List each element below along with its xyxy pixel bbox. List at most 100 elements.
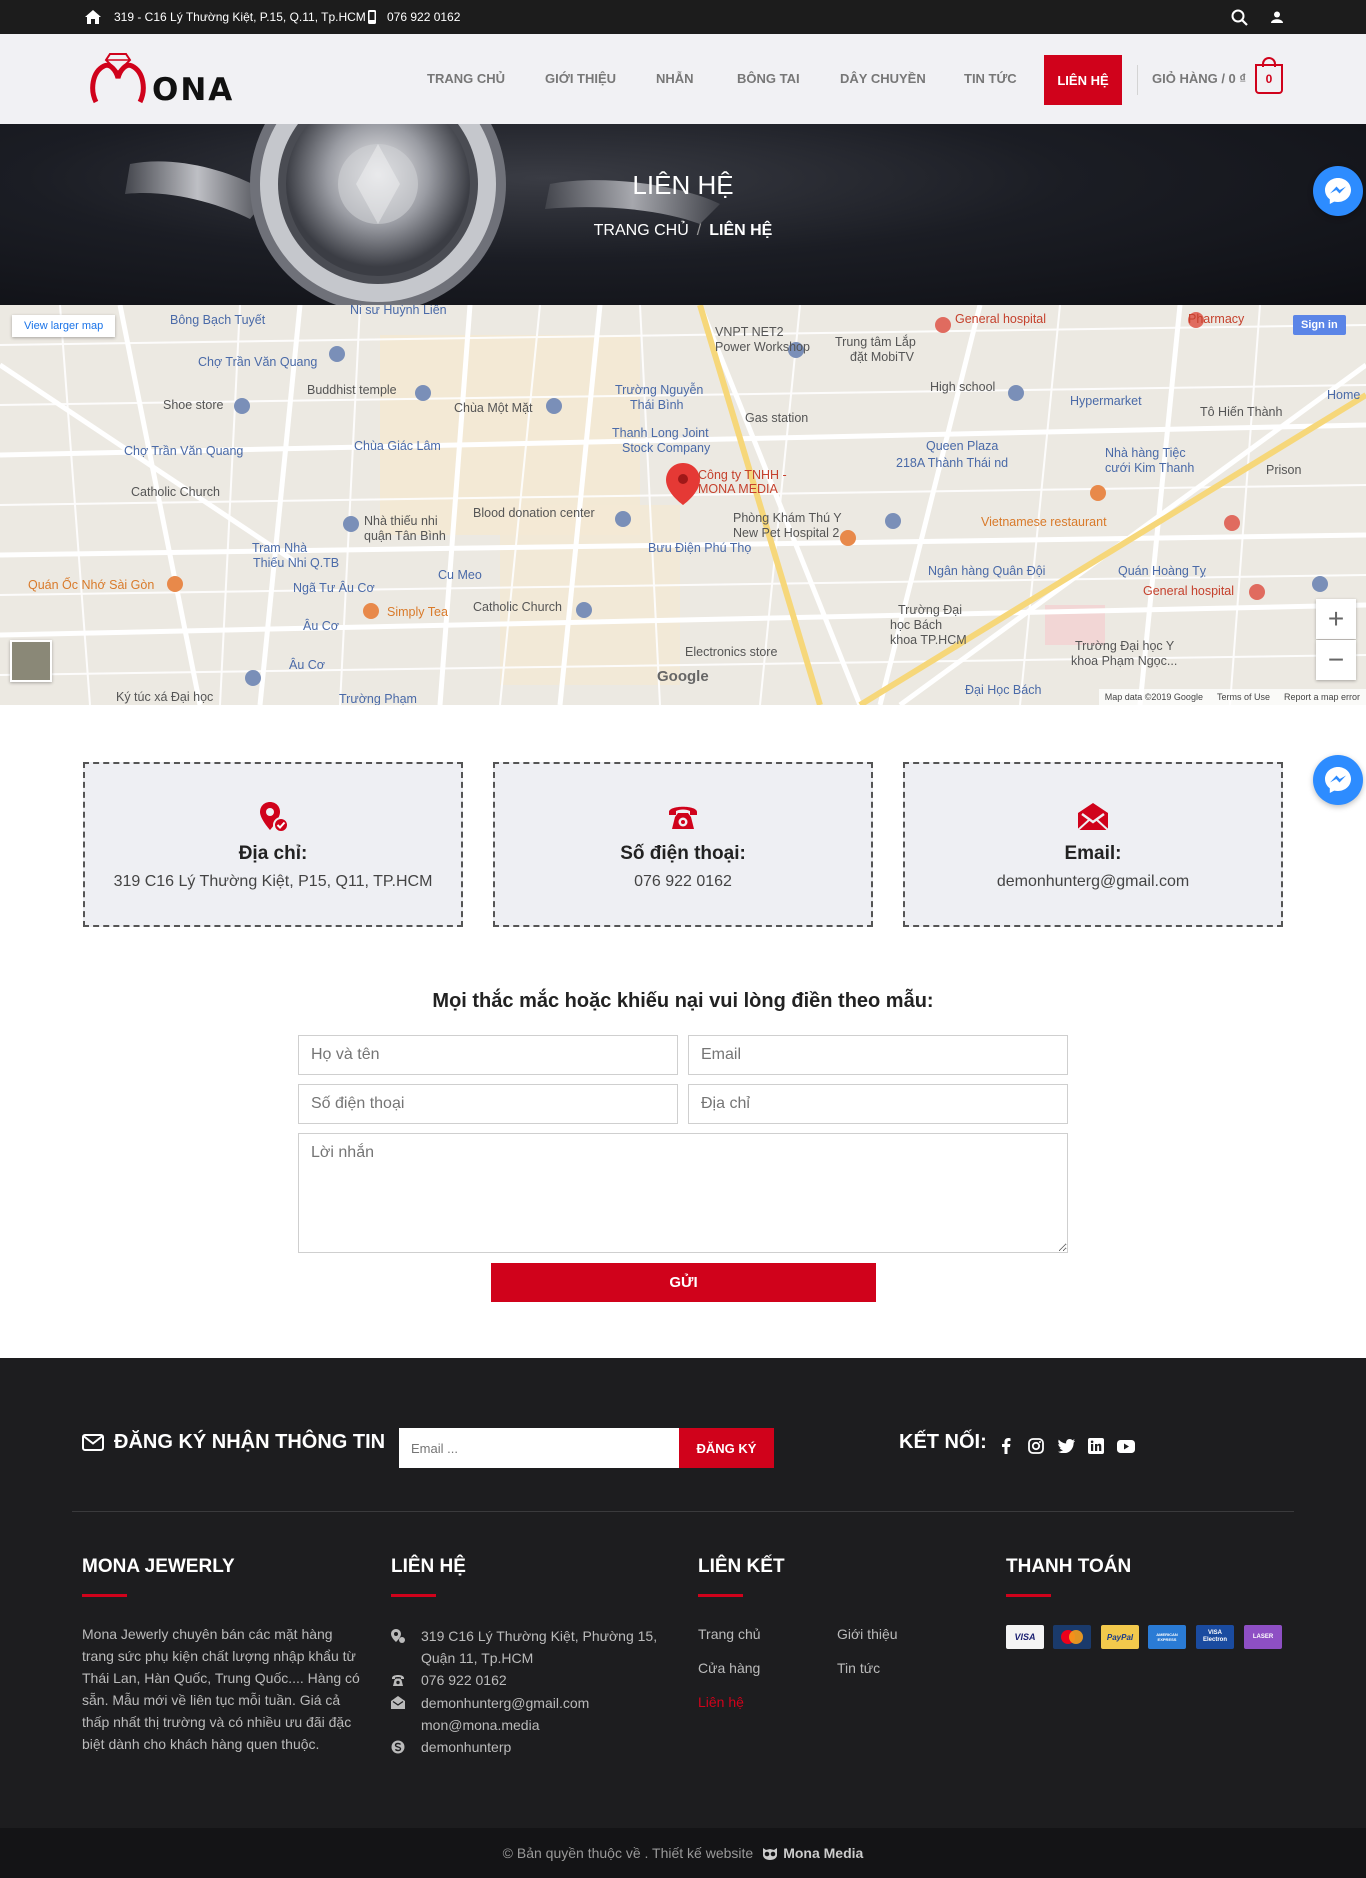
map-label: Thiếu Nhi Q.TB xyxy=(253,556,340,570)
map-label: Stock Company xyxy=(622,441,711,455)
logo[interactable]: ONA xyxy=(88,50,232,110)
map-label: Electronics store xyxy=(685,645,778,659)
map-zoom-out-button[interactable]: − xyxy=(1316,640,1356,680)
messenger-icon xyxy=(1325,767,1351,793)
footer-email-primary[interactable]: demonhunterg@gmail.com xyxy=(421,1692,589,1714)
search-icon xyxy=(1231,9,1248,26)
map-label: Cu Meo xyxy=(438,568,482,582)
submit-button[interactable]: GỬI xyxy=(491,1263,876,1302)
footer-email-secondary[interactable]: mon@mona.media xyxy=(421,1714,540,1736)
envelope-outline-icon xyxy=(82,1434,104,1451)
map-label: Nhà hàng Tiệc xyxy=(1105,446,1186,460)
breadcrumb-home[interactable]: TRANG CHỦ xyxy=(594,222,689,239)
map-label: New Pet Hospital 2 xyxy=(733,526,840,540)
google-map[interactable]: Bông Bạch Tuyết Ni sư Huỳnh Liên VNPT NE… xyxy=(0,305,1366,705)
google-logo: Google xyxy=(657,668,709,685)
nav-divider xyxy=(1137,65,1138,95)
nav-item-necklaces[interactable]: DÂY CHUYỀN xyxy=(840,34,926,124)
home-icon xyxy=(85,10,101,24)
footer-skype-text[interactable]: demonhunterp xyxy=(421,1736,511,1758)
newsletter-title-text: ĐĂNG KÝ NHẬN THÔNG TIN xyxy=(114,1431,386,1453)
map-label: Bưu Điện Phú Thọ xyxy=(648,541,752,555)
map-label: Pharmacy xyxy=(1188,312,1245,326)
map-label: Chùa Giác Lâm xyxy=(354,439,441,453)
skype-icon xyxy=(391,1740,405,1754)
facebook-link[interactable] xyxy=(996,1436,1016,1456)
topbar-address-text: 319 - C16 Lý Thường Kiệt, P.15, Q.11, Tp… xyxy=(114,10,366,24)
ring-image xyxy=(125,124,720,305)
newsletter-subscribe-button[interactable]: ĐĂNG KÝ xyxy=(679,1428,774,1468)
map-label: Âu Cơ xyxy=(289,658,325,672)
map-label: Chợ Trần Văn Quang xyxy=(198,355,318,369)
topbar-phone-text: 076 922 0162 xyxy=(387,10,461,24)
instagram-link[interactable] xyxy=(1026,1436,1046,1456)
footer-title-underline xyxy=(1006,1594,1051,1597)
map-terms-link[interactable]: Terms of Use xyxy=(1217,692,1270,702)
copyright-bar: © Bản quyền thuộc về . Thiết kế website … xyxy=(0,1828,1366,1878)
footer-link-contact[interactable]: Liên hệ xyxy=(698,1694,744,1710)
search-button[interactable] xyxy=(1231,0,1248,34)
account-button[interactable] xyxy=(1271,0,1283,34)
youtube-link[interactable] xyxy=(1116,1436,1136,1456)
map-label: Gas station xyxy=(745,411,809,425)
footer-contact-title: LIÊN HỆ xyxy=(391,1556,466,1577)
twitter-icon xyxy=(1057,1439,1075,1453)
map-label: Bông Bạch Tuyết xyxy=(170,313,266,327)
address-field[interactable] xyxy=(688,1084,1068,1124)
map-sign-in-button[interactable]: Sign in xyxy=(1293,315,1346,335)
contact-box-value: demonhunterg@gmail.com xyxy=(996,873,1190,890)
paypal-icon: PayPal xyxy=(1101,1625,1139,1649)
map-zoom-in-button[interactable]: + xyxy=(1316,599,1356,639)
cart-count-badge[interactable]: 0 xyxy=(1255,64,1283,94)
telephone-icon xyxy=(392,1675,404,1686)
map-data-credit: Map data ©2019 Google xyxy=(1104,692,1203,702)
footer-divider xyxy=(72,1511,1294,1512)
cart-label[interactable]: GIỎ HÀNG / 0 ₫ xyxy=(1152,34,1246,124)
view-larger-map-link[interactable]: View larger map xyxy=(12,315,116,337)
contact-box-title: Số điện thoại: xyxy=(620,843,746,864)
map-label: Ni sư Huỳnh Liên xyxy=(350,305,447,317)
instagram-icon xyxy=(1028,1438,1044,1454)
footer-link-shop[interactable]: Cửa hàng xyxy=(698,1660,760,1676)
twitter-link[interactable] xyxy=(1056,1436,1076,1456)
map-label: Âu Cơ xyxy=(303,619,339,633)
page-banner: LIÊN HỆ TRANG CHỦ / LIÊN HỆ xyxy=(0,124,1366,305)
name-field[interactable] xyxy=(298,1035,678,1075)
message-field[interactable] xyxy=(298,1133,1068,1253)
footer-links-title: LIÊN KẾT xyxy=(698,1556,785,1577)
nav-item-about[interactable]: GIỚI THIỆU xyxy=(545,34,616,124)
map-label: Trường Đại xyxy=(898,603,963,617)
messenger-button[interactable] xyxy=(1313,166,1363,216)
linkedin-link[interactable] xyxy=(1086,1436,1106,1456)
footer-link-about[interactable]: Giới thiệu xyxy=(837,1626,898,1642)
topbar-phone: 076 922 0162 xyxy=(367,0,460,34)
nav-item-rings[interactable]: NHẪN xyxy=(656,34,694,124)
nav-item-contact[interactable]: LIÊN HỆ xyxy=(1044,55,1122,105)
contact-box-title: Email: xyxy=(1064,843,1122,864)
email-field[interactable] xyxy=(688,1035,1068,1075)
footer-link-news[interactable]: Tin tức xyxy=(837,1660,880,1676)
footer-link-home[interactable]: Trang chủ xyxy=(698,1626,761,1642)
linkedin-icon xyxy=(1088,1438,1104,1454)
messenger-button-secondary[interactable] xyxy=(1313,755,1363,805)
contact-box-value: 319 C16 Lý Thường Kiệt, P15, Q11, TP.HCM xyxy=(113,873,433,890)
mastercard-circles xyxy=(1061,1630,1083,1644)
newsletter-email-input[interactable] xyxy=(399,1428,679,1468)
map-label: Power Workshop xyxy=(715,340,810,354)
visa-electron-icon: VISA Electron xyxy=(1196,1625,1234,1649)
map-label: đặt MobiTV xyxy=(850,350,914,364)
nav-item-home[interactable]: TRANG CHỦ xyxy=(427,34,505,124)
nav-item-news[interactable]: TIN TỨC xyxy=(964,34,1017,124)
map-label: 218A Thành Thái nd xyxy=(896,456,1009,470)
social-connect-label: KẾT NỐI: xyxy=(899,1431,987,1453)
nav-item-earrings[interactable]: BÔNG TAI xyxy=(737,34,800,124)
copyright-brand-link[interactable]: Mona Media xyxy=(783,1845,863,1861)
footer-title-underline xyxy=(82,1594,127,1597)
map-report-link[interactable]: Report a map error xyxy=(1284,692,1360,702)
map-label: Công ty TNHH - xyxy=(698,468,787,482)
map-label: Vietnamese restaurant xyxy=(981,515,1107,529)
phone-field[interactable] xyxy=(298,1084,678,1124)
map-satellite-toggle[interactable] xyxy=(10,640,52,682)
map-label: General hospital xyxy=(1143,584,1235,598)
map-pin-icon xyxy=(391,1629,405,1643)
